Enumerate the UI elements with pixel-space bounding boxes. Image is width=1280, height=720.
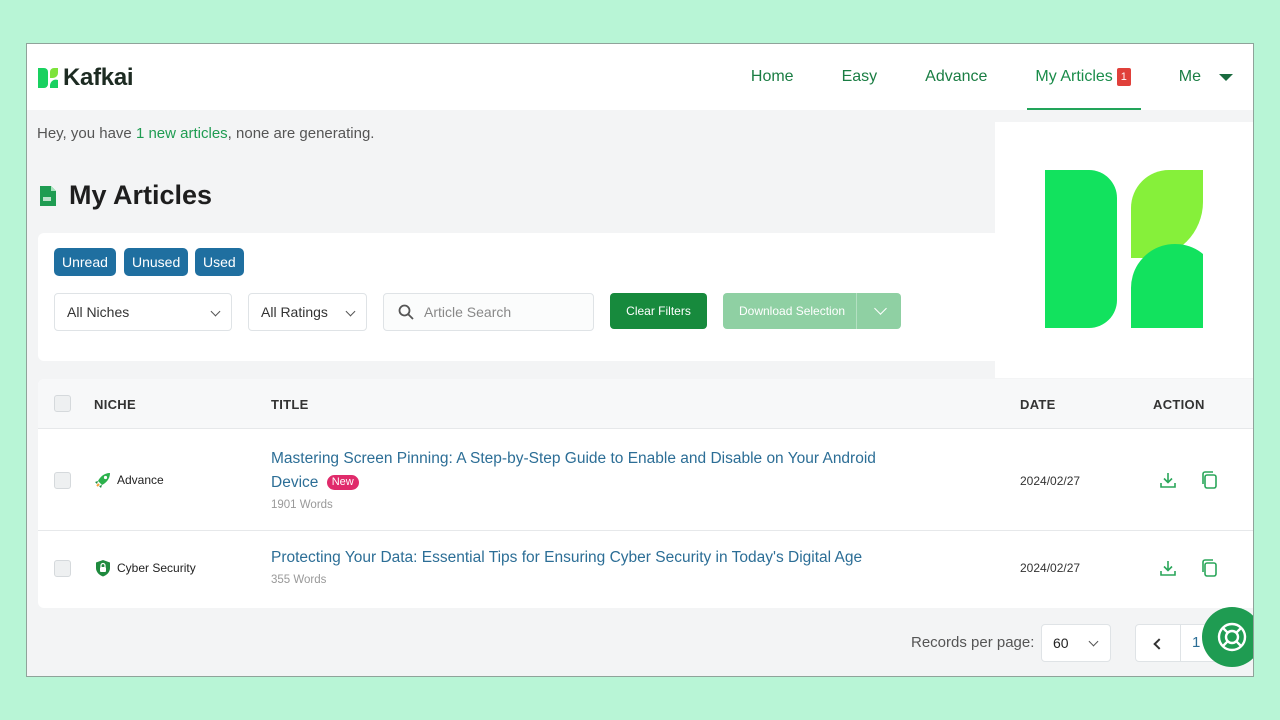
download-selection-label: Download Selection <box>739 304 846 318</box>
nav-home[interactable]: Home <box>751 44 794 110</box>
records-per-page-label: Records per page: <box>911 634 1035 651</box>
new-badge: New <box>326 475 359 490</box>
new-articles-count-badge: 1 <box>1116 68 1131 86</box>
help-button[interactable] <box>1202 607 1253 667</box>
clear-filters-button[interactable]: Clear Filters <box>610 293 707 329</box>
previous-page-button[interactable] <box>1135 624 1181 662</box>
notice-suffix: , none are generating. <box>227 125 375 142</box>
records-per-page-value: 60 <box>1053 635 1069 651</box>
filter-chip-used[interactable]: Used <box>195 248 244 276</box>
nav-easy[interactable]: Easy <box>842 44 878 110</box>
brand-logo[interactable]: Kafkai <box>37 64 134 92</box>
articles-table: NICHE TITLE DATE ACTION Advance Masterin… <box>38 379 1253 608</box>
header-title[interactable]: TITLE <box>271 397 309 412</box>
chevron-down-icon <box>345 306 356 317</box>
nav-me-label: Me <box>1178 68 1201 85</box>
top-header: Kafkai Home Easy Advance My Articles 1 M… <box>27 44 1253 110</box>
chevron-down-icon <box>1088 636 1099 647</box>
word-count: 1901 Words <box>271 499 333 511</box>
header-date[interactable]: DATE <box>1020 397 1056 412</box>
niche-label: Cyber Security <box>117 561 196 575</box>
rating-select-value: All Ratings <box>261 304 328 320</box>
document-icon <box>40 185 56 206</box>
article-search-input[interactable] <box>424 302 584 322</box>
caret-down-icon <box>1219 73 1233 81</box>
article-date: 2024/02/27 <box>1020 561 1081 575</box>
table-row: Cyber Security Protecting Your Data: Ess… <box>38 531 1253 608</box>
header-action: ACTION <box>1153 397 1205 412</box>
chevron-left-icon <box>1153 638 1165 650</box>
article-date: 2024/02/27 <box>1020 474 1081 488</box>
niche-select[interactable]: All Niches <box>54 293 232 331</box>
filter-chip-unread[interactable]: Unread <box>54 248 116 276</box>
table-row: Advance Mastering Screen Pinning: A Step… <box>38 430 1253 531</box>
chevron-down-icon[interactable] <box>874 302 887 315</box>
article-search-box <box>383 293 594 331</box>
nav-my-articles-label: My Articles <box>1035 68 1113 85</box>
new-articles-link[interactable]: 1 new articles <box>136 125 228 142</box>
article-title[interactable]: Protecting Your Data: Essential Tips for… <box>271 549 862 566</box>
niche-label: Advance <box>117 473 164 487</box>
article-title-link[interactable]: Mastering Screen Pinning: A Step-by-Step… <box>271 447 891 495</box>
rocket-icon <box>95 473 110 488</box>
nav-me-menu[interactable]: Me <box>1179 44 1233 110</box>
niche-cell: Advance <box>94 471 164 489</box>
brand-logo-overlay <box>995 122 1253 378</box>
copy-icon[interactable] <box>1200 471 1218 489</box>
article-title[interactable]: Mastering Screen Pinning: A Step-by-Step… <box>271 450 876 491</box>
page-heading: My Articles <box>69 180 213 210</box>
nav-advance[interactable]: Advance <box>925 44 987 110</box>
brand-name: Kafkai <box>63 64 134 91</box>
kafkai-logo-icon <box>1045 170 1203 328</box>
row-checkbox[interactable] <box>54 560 71 577</box>
download-selection-button[interactable]: Download Selection <box>723 293 901 329</box>
chevron-down-icon <box>210 306 221 317</box>
button-divider <box>856 293 857 329</box>
rating-select[interactable]: All Ratings <box>248 293 367 331</box>
word-count: 355 Words <box>271 574 327 586</box>
lifebuoy-icon <box>1217 622 1247 652</box>
nav-my-articles[interactable]: My Articles 1 <box>1027 44 1142 110</box>
select-all-checkbox[interactable] <box>54 395 71 412</box>
table-header: NICHE TITLE DATE ACTION <box>38 379 1253 429</box>
article-title-link[interactable]: Protecting Your Data: Essential Tips for… <box>271 546 891 570</box>
download-icon[interactable] <box>1159 471 1177 489</box>
status-notice: Hey, you have 1 new articles, none are g… <box>37 125 374 142</box>
records-per-page-select[interactable]: 60 <box>1041 624 1111 662</box>
kafkai-logo-icon <box>38 68 58 88</box>
niche-cell: Cyber Security <box>94 559 196 577</box>
copy-icon[interactable] <box>1200 559 1218 577</box>
app-window: Kafkai Home Easy Advance My Articles 1 M… <box>26 43 1254 677</box>
page-title: My Articles <box>39 180 212 211</box>
notice-prefix: Hey, you have <box>37 125 136 142</box>
main-nav: Home Easy Advance My Articles 1 Me <box>703 44 1233 110</box>
header-niche[interactable]: NICHE <box>94 397 136 412</box>
shield-icon <box>96 560 110 577</box>
download-icon[interactable] <box>1159 559 1177 577</box>
filter-chip-unused[interactable]: Unused <box>124 248 189 276</box>
row-checkbox[interactable] <box>54 472 71 489</box>
niche-select-value: All Niches <box>67 304 130 320</box>
search-icon <box>398 304 414 320</box>
